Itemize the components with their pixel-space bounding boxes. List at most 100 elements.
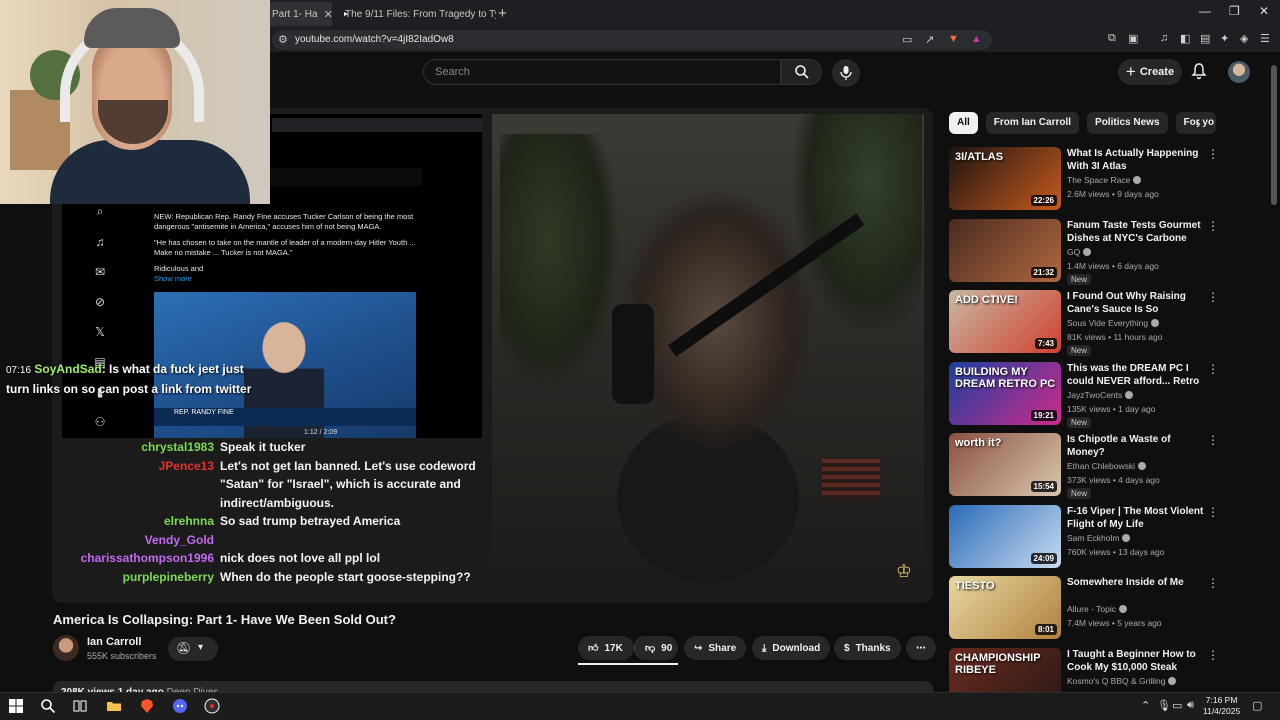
video-thumbnail[interactable]: ADD CTIVE! 7:43 xyxy=(949,290,1061,353)
video-thumbnail[interactable]: BUILDING MY DREAM RETRO PC 19:21 xyxy=(949,361,1061,425)
new-tab-icon[interactable]: + xyxy=(498,5,507,22)
recommended-title[interactable]: This was the DREAM PC I could NEVER affo… xyxy=(1067,362,1205,388)
share-button[interactable]: ↪ Share xyxy=(684,636,747,660)
recommended-title[interactable]: I Found Out Why Raising Cane's Sauce Is … xyxy=(1067,290,1205,316)
recommended-title[interactable]: F-16 Viper | The Most Violent Flight of … xyxy=(1067,505,1205,531)
recommended-title[interactable]: What Is Actually Happening With 3I Atlas xyxy=(1067,147,1205,173)
recommended-video[interactable]: 24:09 F-16 Viper | The Most Violent Fligh… xyxy=(949,504,1259,569)
recommended-video[interactable]: worth it? 15:54 Is Chipotle a Waste of Mon… xyxy=(949,433,1259,499)
video-thumbnail[interactable]: 24:09 xyxy=(949,504,1061,568)
network-icon[interactable]: ▭ xyxy=(1172,699,1182,712)
recommended-channel[interactable]: Kosmo's Q BBQ & Grilling xyxy=(1067,676,1177,686)
leo-ai-icon[interactable]: ✦ xyxy=(1220,32,1229,45)
download-button[interactable]: ⤓ Download xyxy=(752,636,831,660)
channel-avatar[interactable] xyxy=(53,635,79,661)
thumbnail-text: CHAMPIONSHIP RIBEYE xyxy=(955,651,1041,676)
recommended-video[interactable]: 3I/ATLAS 22:26 What Is Actually Happening … xyxy=(949,147,1259,211)
wallet-icon[interactable]: ▤ xyxy=(1200,32,1210,45)
more-vertical-icon[interactable]: ⋮ xyxy=(1207,290,1219,304)
brave-shields-icon[interactable]: ▼ xyxy=(948,33,959,45)
sidebar-icon[interactable]: ◧ xyxy=(1180,32,1190,45)
create-button[interactable]: + Create xyxy=(1118,59,1182,85)
recommended-channel[interactable]: GQ xyxy=(1067,247,1092,257)
more-vertical-icon[interactable]: ⋮ xyxy=(1207,147,1219,161)
recommended-title[interactable]: I Taught a Beginner How to Cook My $10,0… xyxy=(1067,648,1205,674)
account-avatar[interactable] xyxy=(1228,61,1250,83)
screenshot-icon[interactable]: ▣ xyxy=(1128,32,1138,45)
recommended-title[interactable]: Is Chipotle a Waste of Money? xyxy=(1067,433,1205,459)
recommended-channel[interactable]: The Space Race xyxy=(1067,175,1142,185)
recommended-title[interactable]: Fanum Taste Tests Gourmet Dishes at NYC'… xyxy=(1067,219,1205,245)
brave-rewards-icon[interactable]: ▲ xyxy=(971,33,982,45)
subscribed-notifications-button[interactable]: 🔕︎ ▾ xyxy=(168,637,218,661)
video-thumbnail[interactable]: worth it? 15:54 xyxy=(949,433,1061,496)
recommended-video[interactable]: BUILDING MY DREAM RETRO PC 19:21 This was … xyxy=(949,361,1259,428)
video-duration: 21:32 xyxy=(1030,266,1057,278)
verified-icon xyxy=(1083,247,1092,256)
discord-icon[interactable] xyxy=(172,698,188,714)
search-button[interactable] xyxy=(781,59,822,85)
close-window-icon[interactable]: ✕ xyxy=(1259,4,1269,18)
cast-icon[interactable]: ▭ xyxy=(902,33,912,46)
verified-icon xyxy=(1138,462,1147,470)
dislike-button[interactable]: 👎︎ 90 xyxy=(634,636,678,660)
shared-screen-toolbar xyxy=(272,118,482,132)
browser-menu-icon[interactable]: ☰ xyxy=(1260,32,1270,45)
obs-icon[interactable] xyxy=(204,698,220,714)
task-view-icon[interactable] xyxy=(72,698,88,714)
tab-close-icon[interactable]: ✕ xyxy=(324,8,332,21)
recommended-channel[interactable]: JayzTwoCents xyxy=(1067,390,1134,400)
tray-overflow-icon[interactable]: ⌃ xyxy=(1141,699,1150,712)
taskbar-search-icon[interactable] xyxy=(40,698,56,714)
chat-message: turn links on so can post a link from tw… xyxy=(6,382,252,396)
chip-all[interactable]: All xyxy=(949,112,978,134)
like-button[interactable]: 👍︎ 17K xyxy=(578,636,634,660)
brave-browser-icon[interactable] xyxy=(139,698,155,714)
microphone-tray-icon[interactable]: 🎙︎ xyxy=(1157,699,1171,712)
page-scrollbar[interactable] xyxy=(1271,65,1277,205)
notification-center-icon[interactable]: ▢ xyxy=(1252,699,1262,712)
video-thumbnail[interactable]: TIESTO 8:01 xyxy=(949,576,1061,639)
site-settings-icon[interactable]: ⚙ xyxy=(278,33,288,46)
share-page-icon[interactable]: ↗ xyxy=(925,33,934,46)
chip-politics-news[interactable]: Politics News xyxy=(1087,112,1168,134)
vpn-icon[interactable]: ◈ xyxy=(1240,32,1248,45)
more-vertical-icon[interactable]: ⋮ xyxy=(1207,648,1219,662)
extensions-icon[interactable]: ⧉ xyxy=(1108,32,1116,45)
recommended-video[interactable]: ADD CTIVE! 7:43 I Found Out Why Raising Ca… xyxy=(949,290,1259,356)
browser-tab-active[interactable]: Part 1- Ha ✕ xyxy=(270,2,332,26)
chevron-right-icon[interactable]: › xyxy=(1196,115,1201,131)
more-vertical-icon[interactable]: ⋮ xyxy=(1207,362,1219,376)
more-vertical-icon[interactable]: ⋮ xyxy=(1207,433,1219,447)
video-thumbnail[interactable]: 21:32 xyxy=(949,218,1061,282)
recommended-channel[interactable]: Sam Eckholm xyxy=(1067,533,1131,543)
search-input[interactable]: Search xyxy=(423,59,781,85)
notifications-bell-icon[interactable] xyxy=(1190,62,1208,80)
thanks-button[interactable]: $ Thanks xyxy=(834,636,901,660)
recommended-video[interactable]: 21:32 Fanum Taste Tests Gourmet Dishes at… xyxy=(949,218,1259,285)
more-vertical-icon[interactable]: ⋮ xyxy=(1207,576,1219,590)
x-logo-icon: 𝕏 xyxy=(95,325,105,339)
recommended-channel[interactable]: Allure - Topic xyxy=(1067,604,1127,614)
windows-start-icon[interactable] xyxy=(8,698,24,714)
browser-tab[interactable]: The 9/11 Files: From Tragedy to Tyran xyxy=(336,2,496,26)
minimize-icon[interactable]: — xyxy=(1199,4,1211,18)
recommended-title[interactable]: Somewhere Inside of Me xyxy=(1067,576,1205,589)
file-explorer-icon[interactable] xyxy=(106,698,122,714)
chip-from-channel[interactable]: From Ian Carroll xyxy=(985,112,1080,134)
voice-search-button[interactable] xyxy=(832,59,860,87)
video-thumbnail[interactable]: 3I/ATLAS 22:26 xyxy=(949,147,1061,210)
recommended-channel[interactable]: Ethan Chlebowski xyxy=(1067,461,1147,471)
recommended-channel[interactable]: Sous Vide Everything xyxy=(1067,318,1160,328)
recommended-video[interactable]: TIESTO 8:01 Somewhere Inside of Me Allure -… xyxy=(949,576,1259,640)
more-vertical-icon[interactable]: ⋮ xyxy=(1207,219,1219,233)
url-text[interactable]: youtube.com/watch?v=4jI82IadOw8 xyxy=(295,34,454,45)
more-vertical-icon[interactable]: ⋮ xyxy=(1207,505,1219,519)
system-clock[interactable]: 7:16 PM 11/4/2025 xyxy=(1203,695,1240,717)
media-icon[interactable]: ♫ xyxy=(1160,32,1168,44)
restore-icon[interactable]: ❐ xyxy=(1229,4,1240,18)
more-actions-button[interactable]: ⋯ xyxy=(906,636,936,660)
channel-name[interactable]: Ian Carroll xyxy=(87,636,141,648)
volume-icon[interactable]: 🔊︎ xyxy=(1187,699,1194,712)
thumbnail-text: 3I/ATLAS xyxy=(955,151,1004,163)
